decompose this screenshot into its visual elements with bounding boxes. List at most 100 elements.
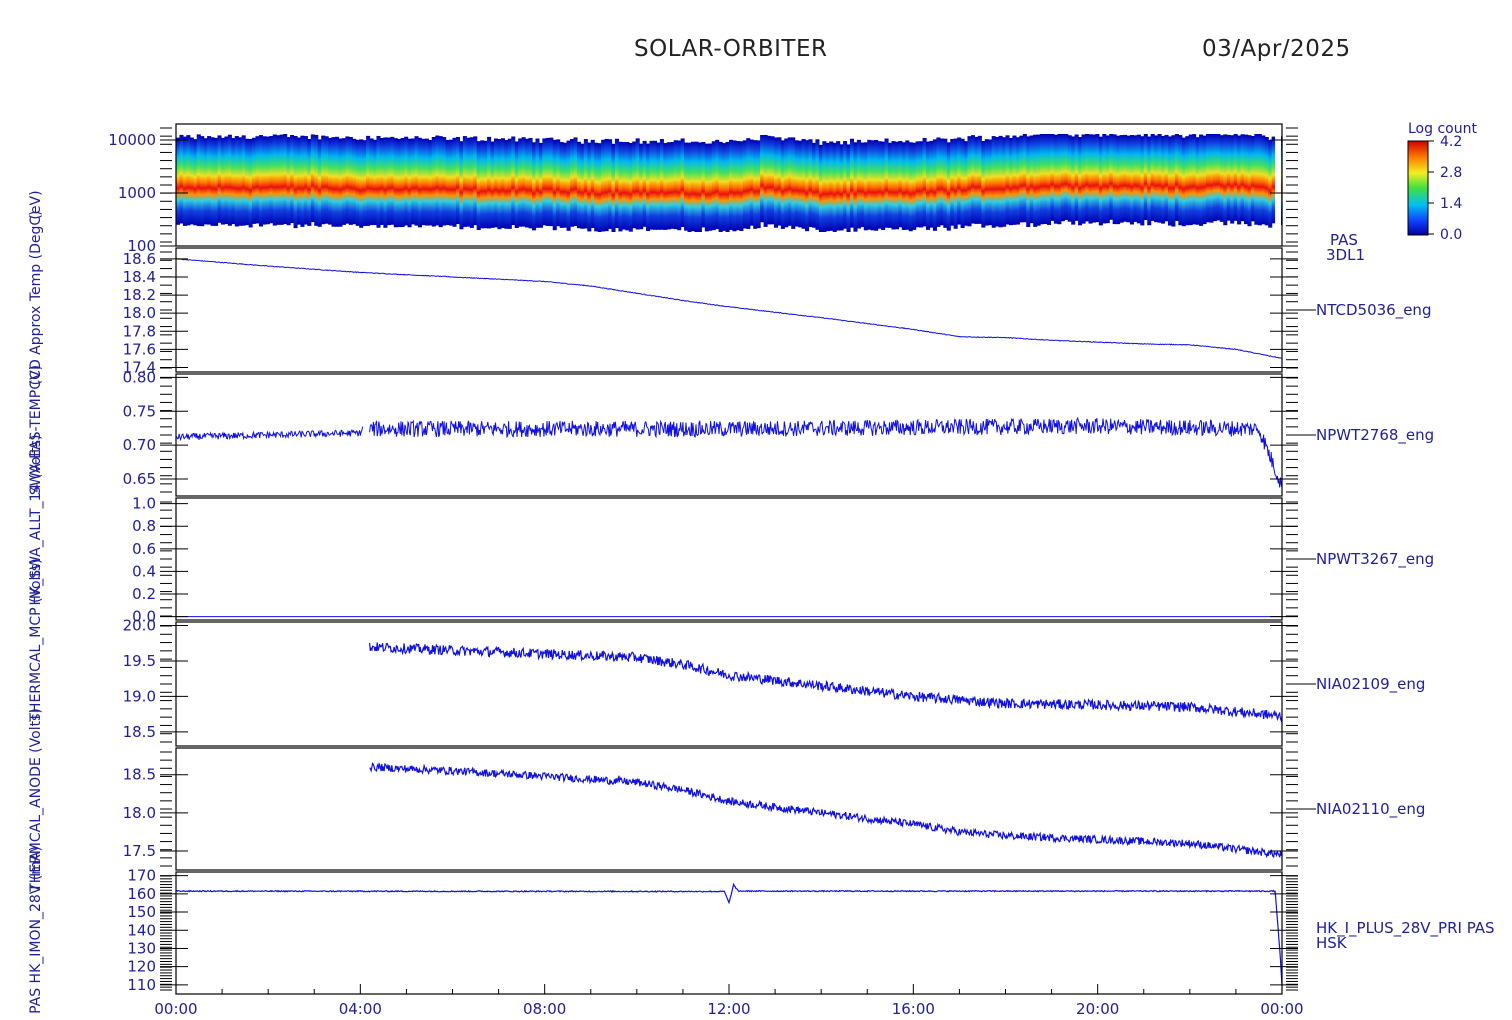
heatmap-column (348, 137, 353, 225)
y-tick-label: 18.0 (123, 304, 156, 322)
heatmap-column (1212, 134, 1217, 222)
heatmap-column (493, 138, 499, 228)
heatmap-column (407, 138, 412, 228)
heatmap-column (442, 137, 447, 226)
heatmap-column (1223, 134, 1228, 226)
heatmap-column (552, 139, 557, 231)
heatmap-column (815, 139, 820, 230)
heatmap-column (856, 139, 861, 229)
heatmap-column (580, 143, 585, 229)
panel-frame-nia02110 (175, 747, 1283, 871)
heatmap-column (846, 144, 851, 232)
y-tick-label: 19.5 (123, 652, 156, 670)
heatmap-column (303, 136, 308, 225)
heatmap-column (576, 141, 581, 229)
series-line-ntcd5036 (175, 258, 1283, 359)
heatmap-column (801, 139, 806, 229)
heatmap-column (656, 142, 661, 230)
heatmap-column (632, 141, 637, 229)
heatmap-column (1178, 135, 1183, 226)
heatmap-column (559, 142, 564, 228)
heatmap-column (742, 140, 747, 229)
heatmap-column (773, 137, 778, 228)
heatmap-column (791, 137, 796, 229)
heatmap-column (832, 142, 837, 232)
heatmap-column (328, 137, 333, 225)
heatmap-column (863, 142, 868, 231)
heatmap-column (272, 134, 277, 226)
heatmap-column (860, 142, 865, 228)
heatmap-column (393, 138, 398, 228)
heatmap-column (1268, 139, 1273, 228)
heatmap-column (649, 140, 654, 230)
heatmap-column (1060, 134, 1065, 222)
heatmap-column (511, 136, 516, 226)
heatmap-column (811, 142, 817, 228)
y-tick-label: 0.80 (123, 368, 156, 386)
panel-frame-ntcd5036 (175, 247, 1283, 373)
heatmap-column (767, 135, 772, 225)
y-tick-label: 18.0 (123, 804, 156, 822)
heatmap-column (193, 139, 198, 226)
y-tick-label: 110 (127, 976, 156, 994)
heatmap-column (566, 140, 571, 231)
heatmap-column (379, 138, 384, 225)
heatmap-column (922, 137, 927, 227)
heatmap-column (849, 138, 855, 228)
heatmap-column (189, 137, 194, 225)
heatmap-column (950, 138, 955, 226)
heatmap-column (352, 138, 357, 225)
heatmap-column (905, 140, 910, 230)
heatmap-column (217, 135, 222, 223)
heatmap-column (1250, 136, 1255, 222)
heatmap-column (690, 141, 696, 232)
heatmap-column (1116, 135, 1121, 225)
heatmap-column (1129, 135, 1134, 225)
heatmap-column (1005, 135, 1010, 225)
y-axis-label: THERMCAL_MCP (Volts) (28, 558, 44, 722)
heatmap-column (1202, 135, 1207, 225)
heatmap-column (739, 141, 744, 231)
y-tick-label: 140 (127, 921, 156, 939)
heatmap-column (597, 143, 602, 232)
heatmap-column (518, 138, 523, 227)
heatmap-column (324, 136, 329, 224)
series-line-npwt2768 (369, 416, 1283, 488)
panel-frame-npwt2768 (175, 373, 1283, 497)
heatmap-column (1136, 134, 1141, 224)
heatmap-column (1226, 134, 1231, 221)
heatmap-column (1126, 135, 1131, 223)
heatmap-column (977, 135, 982, 224)
heatmap-column (428, 139, 433, 226)
heatmap-column (321, 135, 326, 225)
heatmap-column (490, 141, 495, 228)
heatmap-column (466, 137, 471, 227)
heatmap-column (666, 142, 671, 230)
series-line-nia02110 (369, 762, 1283, 859)
heatmap-column (200, 136, 205, 227)
heatmap-column (901, 142, 906, 230)
y-tick-label: 0.6 (132, 540, 156, 558)
heatmap-column (1022, 134, 1027, 223)
heatmap-gap (1275, 125, 1281, 245)
heatmap-column (421, 138, 426, 226)
heatmap-column (763, 134, 768, 227)
heatmap-column (1036, 134, 1041, 226)
heatmap-column (894, 141, 899, 230)
heatmap-column (991, 136, 996, 228)
heatmap-column (881, 141, 886, 230)
heatmap-column (995, 137, 1000, 227)
heatmap-column (535, 138, 540, 228)
heatmap-column (504, 140, 509, 229)
heatmap-column (545, 137, 550, 226)
heatmap-column (445, 139, 450, 226)
y-tick-label: 18.4 (123, 268, 156, 286)
heatmap-column (697, 142, 702, 232)
heatmap-column (373, 139, 378, 225)
series-line-nia02109 (369, 642, 1283, 723)
heatmap-column (939, 138, 944, 226)
heatmap-column (1174, 134, 1179, 221)
heatmap-column (1026, 136, 1031, 227)
heatmap-column (438, 136, 443, 228)
y-tick-label: 18.6 (123, 250, 156, 268)
